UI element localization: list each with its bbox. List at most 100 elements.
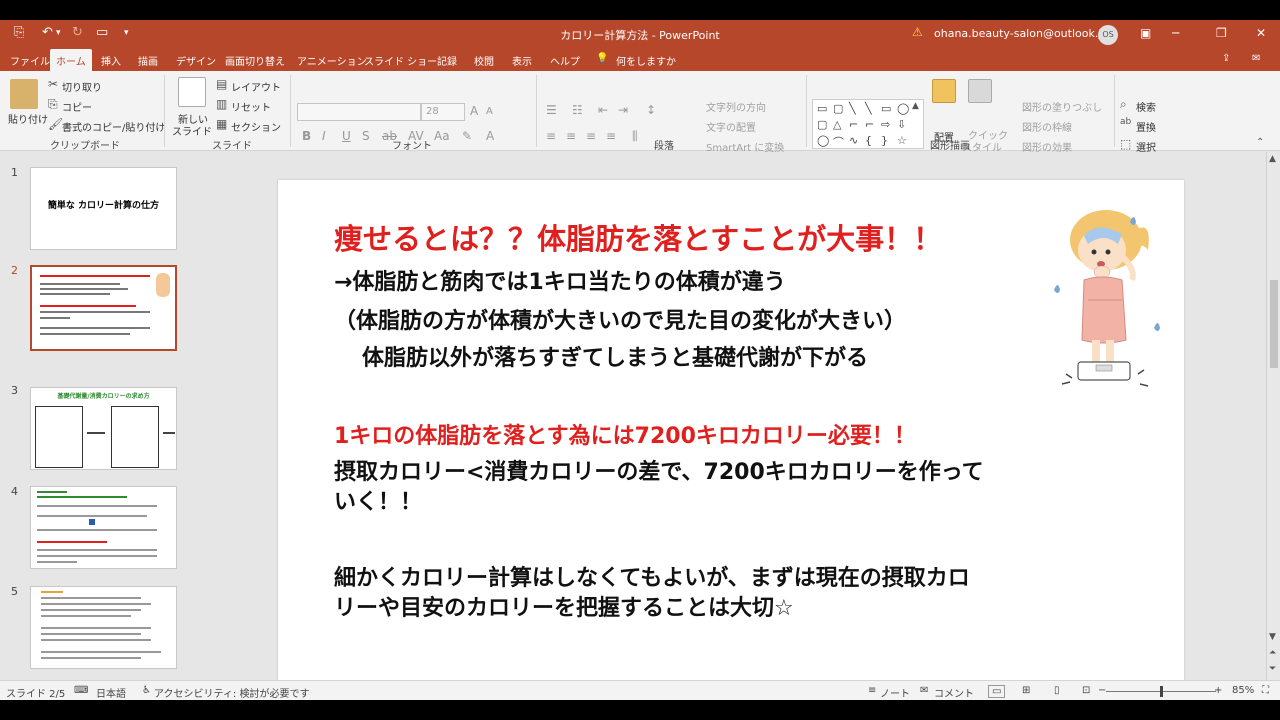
slide-text-line[interactable]: →体脂肪と筋肉では1キロ当たりの体積が違う [334, 264, 786, 296]
align-center-icon[interactable]: ≡ [566, 129, 576, 143]
font-size-dropdown[interactable]: 28 [421, 103, 465, 121]
numbering-icon[interactable]: ☷ [572, 103, 583, 117]
slideshow-view-icon[interactable]: ⊡ [1082, 685, 1090, 696]
fit-slide-icon[interactable]: ⛶ [1262, 685, 1269, 696]
reading-view-icon[interactable]: ▯ [1054, 685, 1060, 696]
decrease-indent-icon[interactable]: ⇤ [598, 103, 608, 117]
maximize-icon[interactable]: ❐ [1216, 26, 1227, 40]
vertical-scrollbar[interactable]: ▲ ▼ ⏶ ⏷ [1266, 152, 1280, 680]
collapse-ribbon-icon[interactable]: ⌃ [1256, 137, 1264, 148]
paste-button[interactable]: 貼り付け [8, 111, 48, 126]
bullets-icon[interactable]: ☰ [546, 103, 557, 117]
tab-insert[interactable]: 挿入 [101, 53, 121, 68]
bold-icon[interactable]: B [302, 129, 311, 143]
previous-slide-icon[interactable]: ⏶ [1269, 648, 1276, 658]
shapes-scroll-up-icon[interactable]: ▲ [912, 101, 919, 111]
align-text-button[interactable]: 文字の配置 [706, 119, 756, 134]
comment-icon: ✉ [920, 685, 929, 696]
slide-text-line[interactable]: いく！！ [334, 484, 422, 516]
change-case-icon[interactable]: Aa [434, 129, 450, 143]
grow-font-icon[interactable]: A [470, 104, 478, 118]
comments-button[interactable]: コメント [934, 685, 974, 700]
cut-button[interactable]: 切り取り [62, 79, 102, 94]
copy-button[interactable]: コピー [62, 99, 92, 114]
tab-file[interactable]: ファイル [10, 53, 50, 68]
tab-help[interactable]: ヘルプ [550, 53, 580, 68]
ribbon-display-icon[interactable]: ▣ [1140, 26, 1151, 40]
spellcheck-icon[interactable]: ⌨ [74, 685, 88, 696]
slide-thumbnail-1[interactable]: 簡単な カロリー計算の仕方 [30, 167, 177, 250]
align-right-icon[interactable]: ≡ [586, 129, 596, 143]
italic-icon[interactable]: I [322, 129, 326, 143]
slide-sorter-icon[interactable]: ⊞ [1022, 685, 1030, 696]
tab-review[interactable]: 校閲 [474, 53, 494, 68]
align-left-icon[interactable]: ≡ [546, 129, 556, 143]
new-slide-icon[interactable] [178, 77, 206, 107]
avatar[interactable]: OS [1098, 25, 1118, 45]
slide-text-line[interactable]: 細かくカロリー計算はしなくてもよいが、まずは現在の摂取カロ [334, 560, 970, 592]
slide-canvas[interactable]: 痩せるとは？？体脂肪を落とすことが大事！！ →体脂肪と筋肉では1キロ当たりの体積… [278, 180, 1184, 690]
line-spacing-icon[interactable]: ↕ [646, 103, 656, 117]
account-name[interactable]: ohana.beauty-salon@outlook.jp [934, 27, 1108, 40]
text-direction-button[interactable]: 文字列の方向 [706, 99, 766, 114]
next-slide-icon[interactable]: ⏷ [1269, 664, 1276, 674]
language-indicator[interactable]: 日本語 [96, 685, 126, 700]
font-color-icon[interactable]: A [486, 129, 494, 143]
slide-thumbnail-5[interactable] [30, 586, 177, 669]
section-button[interactable]: セクション [231, 119, 281, 134]
scroll-down-icon[interactable]: ▼ [1269, 632, 1276, 642]
tab-home[interactable]: ホーム [50, 49, 92, 71]
slide-thumbnail-3[interactable]: 基礎代謝量/消費カロリーの求め方 [30, 387, 177, 470]
new-slide-button-2[interactable]: スライド [172, 123, 212, 138]
scroll-up-icon[interactable]: ▲ [1269, 154, 1276, 164]
arrange-icon[interactable] [932, 79, 956, 103]
paste-icon[interactable] [10, 79, 38, 109]
comments-icon[interactable]: ✉ [1252, 53, 1260, 64]
shapes-gallery[interactable]: ▭ ▢ ╲ ╲ ▭ ◯ ▢ △ ⌐ ⌐ ⇨ ⇩ ◯ ⌒ ∿{} ☆ [812, 99, 924, 149]
highlight-icon[interactable]: ✎ [462, 129, 472, 143]
find-button[interactable]: 検索 [1136, 99, 1156, 114]
replace-button[interactable]: 置換 [1136, 119, 1156, 134]
shadow-icon[interactable]: S [362, 129, 370, 143]
slide-heading[interactable]: 痩せるとは？？体脂肪を落とすことが大事！！ [334, 216, 942, 258]
justify-icon[interactable]: ≡ [606, 129, 616, 143]
tab-animations[interactable]: アニメーション [297, 53, 367, 68]
share-icon[interactable]: ⇪ [1222, 53, 1230, 64]
zoom-in-icon[interactable]: + [1214, 685, 1222, 696]
tell-me-search[interactable]: 何をしますか [616, 53, 676, 68]
slide-text-line[interactable]: 摂取カロリー<消費カロリーの差で、7200キロカロリーを作って [334, 454, 984, 486]
scrollbar-thumb[interactable] [1270, 280, 1278, 368]
minimize-icon[interactable]: ─ [1172, 26, 1179, 40]
accessibility-status[interactable]: アクセシビリティ: 検討が必要です [154, 685, 309, 700]
tab-draw[interactable]: 描画 [138, 53, 158, 68]
close-icon[interactable]: ✕ [1256, 26, 1266, 40]
tab-record[interactable]: 記録 [437, 53, 457, 68]
font-name-dropdown[interactable] [297, 103, 421, 121]
increase-indent-icon[interactable]: ⇥ [618, 103, 628, 117]
layout-button[interactable]: レイアウト [231, 79, 281, 94]
slide-red-text[interactable]: 1キロの体脂肪を落とす為には7200キロカロリー必要！！ [334, 418, 916, 450]
normal-view-icon[interactable]: ▭ [988, 685, 1006, 698]
slide-text-line[interactable]: 体脂肪以外が落ちすぎてしまうと基礎代謝が下がる [362, 340, 868, 372]
shrink-font-icon[interactable]: A [486, 106, 493, 117]
slide-text-line[interactable]: （体脂肪の方が体積が大きいので見た目の変化が大きい） [334, 303, 906, 335]
format-painter-button[interactable]: 書式のコピー/貼り付け [62, 119, 165, 134]
tab-transitions[interactable]: 画面切り替え [225, 53, 285, 68]
tab-slideshow[interactable]: スライド ショー [364, 53, 437, 68]
shape-fill-button[interactable]: 図形の塗りつぶし [1022, 99, 1102, 114]
notes-button[interactable]: ノート [880, 685, 910, 700]
slide-text-line[interactable]: リーや目安のカロリーを把握することは大切☆ [334, 590, 794, 622]
slide-thumbnail-2[interactable] [30, 265, 177, 351]
underline-icon[interactable]: U [342, 129, 351, 143]
tab-design[interactable]: デザイン [176, 53, 216, 68]
girl-on-scale-illustration[interactable] [1048, 200, 1160, 396]
slide-thumbnail-4[interactable] [30, 486, 177, 569]
zoom-slider-handle[interactable] [1160, 686, 1163, 697]
columns-icon[interactable]: ⫼ [632, 129, 638, 144]
quick-styles-icon[interactable] [968, 79, 992, 103]
reset-button[interactable]: リセット [231, 99, 271, 114]
zoom-level[interactable]: 85% [1232, 685, 1254, 696]
shape-outline-button[interactable]: 図形の枠線 [1022, 119, 1072, 134]
cut-icon: ✂ [48, 77, 59, 91]
tab-view[interactable]: 表示 [512, 53, 532, 68]
